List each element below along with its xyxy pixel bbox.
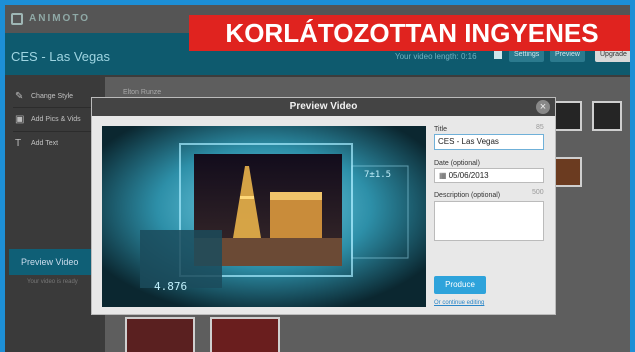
description-textarea[interactable]	[434, 201, 544, 241]
preview-video-dialog: Preview Video × 4.876 7±1.5 Title 85 CES…	[91, 97, 556, 315]
project-title: CES - Las Vegas	[11, 49, 110, 64]
video-frame-graphic	[102, 126, 426, 307]
sidebar: ✎ Change Style ▣ Add Pics & Vids T Add T…	[5, 75, 101, 352]
produce-button[interactable]: Produce	[434, 276, 486, 294]
close-icon[interactable]: ×	[536, 100, 550, 114]
title-label: Title	[434, 126, 447, 133]
length-checkbox[interactable]	[494, 51, 502, 59]
photo-icon: ▣	[15, 114, 25, 125]
storyboard-thumb[interactable]	[552, 157, 582, 187]
video-player[interactable]: 4.876 7±1.5	[102, 126, 426, 307]
text-icon: T	[15, 138, 22, 149]
divider	[13, 131, 97, 132]
sidebar-subtext: Your video is ready	[27, 279, 78, 285]
calendar-icon[interactable]: ▦	[439, 171, 447, 180]
app-logo-text: ANIMOTO	[29, 13, 91, 24]
sidebar-item-add-text[interactable]: T Add Text	[15, 137, 58, 151]
sidebar-item-change-style[interactable]: ✎ Change Style	[15, 90, 73, 104]
sidebar-item-label: Change Style	[31, 93, 74, 100]
divider	[13, 107, 97, 108]
date-input[interactable]: ▦ 05/06/2013	[434, 168, 544, 183]
animoto-logo-icon	[11, 13, 23, 25]
video-length-text: Your video length: 0:16	[395, 52, 477, 61]
date-value: 05/06/2013	[448, 171, 489, 180]
sidebar-item-add-pics[interactable]: ▣ Add Pics & Vids	[15, 113, 81, 127]
sidebar-item-label: Add Pics & Vids	[31, 116, 81, 123]
dialog-title: Preview Video	[92, 98, 555, 116]
description-label: Description (optional)	[434, 192, 501, 199]
song-label: Elton Runze	[123, 89, 162, 96]
title-char-count: 85	[536, 124, 544, 131]
storyboard-thumb[interactable]	[210, 317, 280, 352]
brush-icon: ✎	[15, 91, 24, 102]
app-window: ANIMOTO CES - Las Vegas Your video lengt…	[5, 5, 630, 352]
promo-headline: KORLÁTOZOTTAN INGYENES	[189, 15, 630, 51]
sidebar-item-label: Add Text	[31, 140, 59, 147]
preview-video-button[interactable]: Preview Video	[9, 249, 101, 275]
title-input[interactable]: CES - Las Vegas	[434, 134, 544, 150]
description-char-count: 500	[532, 189, 544, 196]
date-label: Date (optional)	[434, 160, 480, 167]
storyboard-thumb[interactable]	[592, 101, 622, 131]
storyboard-thumb[interactable]	[552, 101, 582, 131]
continue-editing-link[interactable]: Or continue editing	[434, 300, 484, 306]
video-overlay-number: 4.876	[154, 280, 188, 293]
video-overlay-number: 7±1.5	[364, 170, 392, 180]
storyboard-thumb[interactable]	[125, 317, 195, 352]
